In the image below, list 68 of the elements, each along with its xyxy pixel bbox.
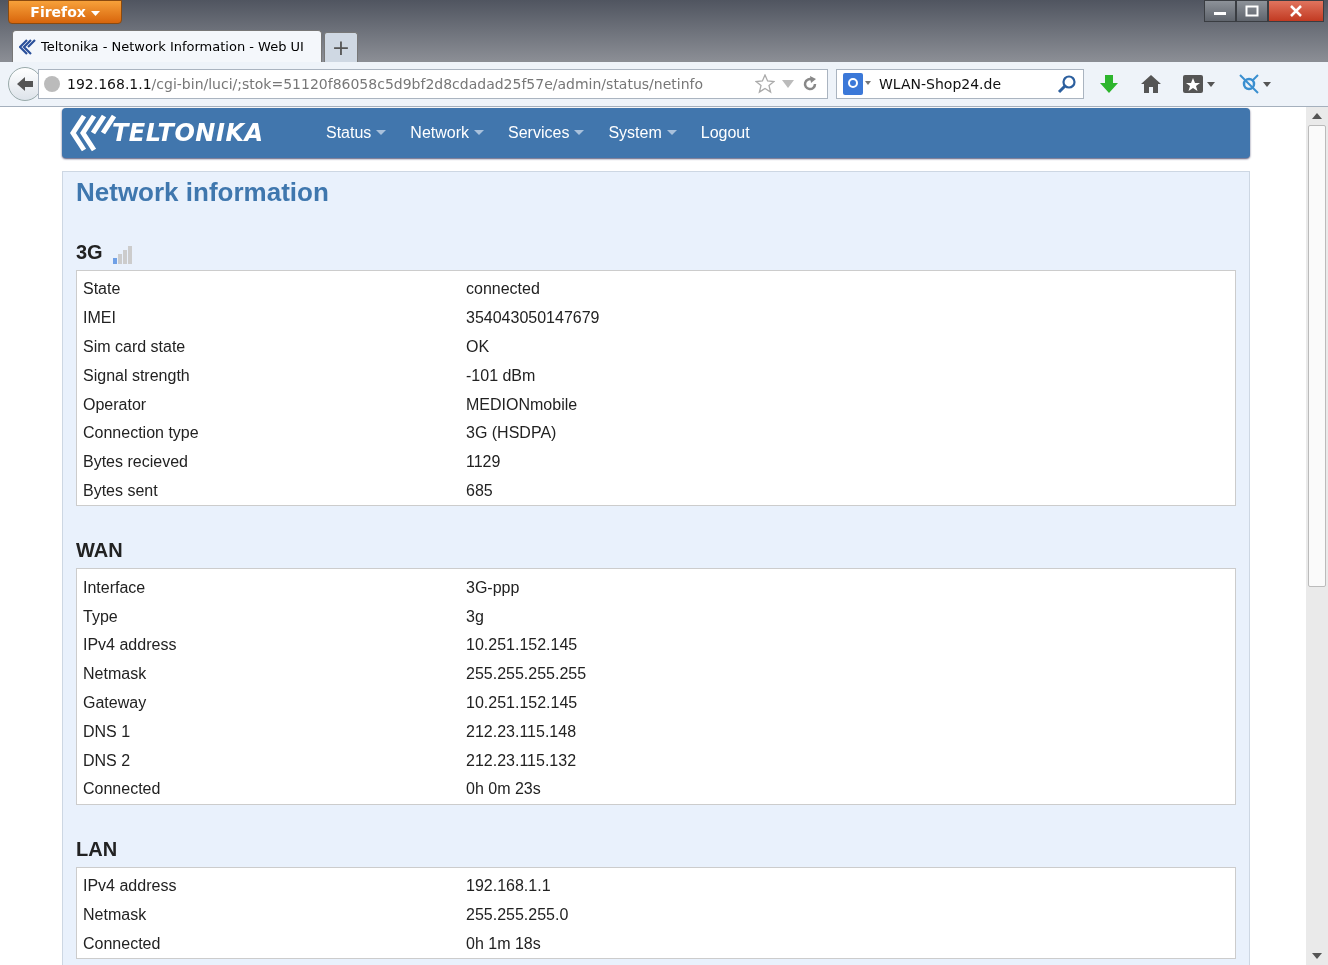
- reload-icon[interactable]: [801, 75, 819, 93]
- star-icon[interactable]: [755, 74, 775, 94]
- row-label: Netmask: [82, 905, 148, 924]
- row-value: connected: [466, 280, 540, 299]
- row-value: 3G (HSDPA): [466, 424, 557, 443]
- row-value: 255.255.255.255: [466, 665, 587, 684]
- firefox-menu-button[interactable]: Firefox: [8, 0, 122, 24]
- row-label: Netmask: [82, 665, 148, 684]
- row-value: 212.23.115.148: [466, 722, 577, 741]
- address-bar[interactable]: 192.168.1.1/cgi-bin/luci/;stok=51120f86058c5d9bf2d8cdadad25f57e/admin/status/netinfo: [38, 69, 828, 99]
- row-value: -101 dBm: [466, 366, 536, 385]
- row-label: Connected: [82, 780, 162, 799]
- row-value: 10.251.152.145: [466, 693, 578, 712]
- row-value: 10.251.152.145: [466, 636, 578, 655]
- maximize-button[interactable]: [1236, 0, 1268, 22]
- nav-menu-item[interactable]: Network: [398, 124, 497, 142]
- globe-icon: [43, 75, 61, 93]
- row-label: Signal strength: [82, 366, 191, 385]
- row-value: 354043050147679: [466, 309, 600, 328]
- row-label: Connected: [82, 934, 162, 953]
- search-engine-icon[interactable]: [843, 73, 873, 95]
- row-label: Sim card state: [82, 338, 187, 356]
- row-value: 1129: [466, 453, 501, 472]
- section-title: 3G: [76, 241, 103, 264]
- browser-tab[interactable]: Teltonika - Network Information - Web UI: [12, 30, 322, 62]
- row-label: DNS 2: [82, 751, 132, 770]
- row-value: 685: [466, 481, 493, 500]
- nav-menu-item[interactable]: Services: [496, 124, 597, 142]
- row-value: 212.23.115.132: [466, 751, 577, 770]
- row-label: Bytes recieved: [82, 453, 189, 472]
- row-value: 0h 1m 18s: [466, 934, 541, 953]
- scroll-down-icon[interactable]: [1312, 953, 1322, 959]
- logo-icon: [19, 38, 37, 55]
- row-value: 3G-ppp: [466, 578, 520, 597]
- row-label: Operator: [82, 395, 148, 414]
- row-value: 3g: [466, 607, 484, 626]
- nav-menu-item[interactable]: Logout: [688, 124, 762, 142]
- section-title: WAN: [76, 539, 123, 563]
- new-tab-button[interactable]: +: [324, 32, 358, 62]
- row-value: 192.168.1.1: [466, 877, 551, 896]
- search-icon[interactable]: [1057, 74, 1077, 94]
- search-field[interactable]: WLAN-Shop24.de: [836, 69, 1084, 99]
- brand-name: TELTONIKA: [112, 119, 264, 147]
- row-label: State: [82, 280, 122, 299]
- row-label: IMEI: [82, 309, 117, 328]
- minimize-button[interactable]: [1204, 0, 1236, 22]
- row-label: IPv4 address: [82, 636, 178, 655]
- row-label: Connection type: [82, 424, 200, 443]
- scrollbar[interactable]: [1306, 107, 1328, 965]
- row-value: 255.255.255.0: [466, 905, 569, 924]
- row-label: DNS 1: [82, 722, 132, 741]
- row-value: MEDIONmobile: [466, 395, 578, 414]
- row-label: Bytes sent: [82, 481, 159, 500]
- close-button[interactable]: [1268, 0, 1324, 22]
- maximize-icon: [1245, 5, 1259, 17]
- row-label: Type: [82, 607, 119, 626]
- nav-menu-item[interactable]: System: [596, 124, 689, 142]
- page-title: Network information: [76, 176, 330, 209]
- row-value: OK: [466, 338, 490, 356]
- row-label: IPv4 address: [82, 877, 178, 896]
- nav-menu-item[interactable]: Status: [314, 124, 399, 142]
- scroll-up-icon[interactable]: [1312, 113, 1322, 119]
- section-title: LAN: [76, 837, 118, 861]
- row-value: 0h 0m 23s: [466, 780, 541, 799]
- back-arrow-icon: [15, 75, 35, 93]
- row-label: Interface: [82, 578, 147, 597]
- row-label: Gateway: [82, 693, 148, 712]
- close-icon: [1289, 5, 1303, 17]
